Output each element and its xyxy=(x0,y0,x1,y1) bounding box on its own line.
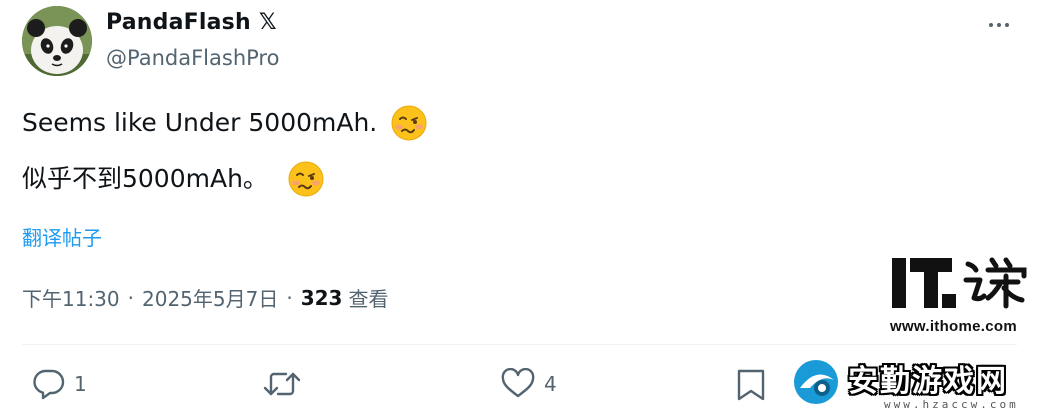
hzaccw-title: 安勤游戏网 xyxy=(848,364,1008,399)
panda-avatar-icon xyxy=(22,6,92,76)
author-name-text: PandaFlash xyxy=(106,10,251,35)
reply-button[interactable]: 1 xyxy=(32,368,87,400)
author-display-name[interactable]: PandaFlash 𝕏 xyxy=(106,10,277,35)
post-meta: 下午11:30 · 2025年5月7日 · 323 查看 xyxy=(22,283,388,312)
tweet-text-line: Seems like Under 5000mAh. xyxy=(22,105,427,141)
more-options-button[interactable] xyxy=(979,10,1019,40)
more-dot-icon xyxy=(1005,23,1009,27)
avatar[interactable] xyxy=(22,6,92,76)
reply-icon xyxy=(33,369,65,400)
post-time[interactable]: 下午11:30 xyxy=(22,283,120,312)
like-button[interactable]: 4 xyxy=(500,368,557,400)
views-label: 查看 xyxy=(348,287,389,311)
x-verified-icon: 𝕏 xyxy=(258,9,277,35)
tweet-text-english: Seems like Under 5000mAh. xyxy=(22,107,378,137)
hzaccw-logo-icon xyxy=(794,360,838,404)
repost-button[interactable] xyxy=(262,368,310,400)
tweet-card: PandaFlash 𝕏 @PandaFlashPro Seems like U… xyxy=(0,0,1039,412)
meta-separator: · xyxy=(286,285,293,310)
translate-post-link[interactable]: 翻译帖子 xyxy=(22,222,102,251)
like-count: 4 xyxy=(544,372,557,396)
woozy-face-emoji-icon xyxy=(391,105,427,141)
tweet-text-line: 似乎不到5000mAh。 xyxy=(22,161,324,197)
more-dot-icon xyxy=(989,23,993,27)
views-count[interactable]: 323 xyxy=(301,286,343,310)
ithome-url: www.ithome.com xyxy=(890,318,1017,335)
divider xyxy=(22,344,1017,345)
repost-icon xyxy=(263,372,301,396)
meta-separator: · xyxy=(127,285,134,310)
hzaccw-watermark: 安勤游戏网 www.hzaccw.com xyxy=(792,356,1037,412)
tweet-text-chinese: 似乎不到5000mAh。 xyxy=(22,163,268,193)
more-dot-icon xyxy=(997,23,1001,27)
heart-icon xyxy=(501,368,535,398)
hzaccw-url: www.hzaccw.com xyxy=(884,398,1019,411)
reply-count: 1 xyxy=(74,372,87,396)
post-date[interactable]: 2025年5月7日 xyxy=(142,283,278,312)
woozy-face-emoji-icon xyxy=(288,161,324,197)
author-handle[interactable]: @PandaFlashPro xyxy=(106,46,279,70)
bookmark-button[interactable] xyxy=(736,368,766,402)
bookmark-icon xyxy=(737,369,765,401)
